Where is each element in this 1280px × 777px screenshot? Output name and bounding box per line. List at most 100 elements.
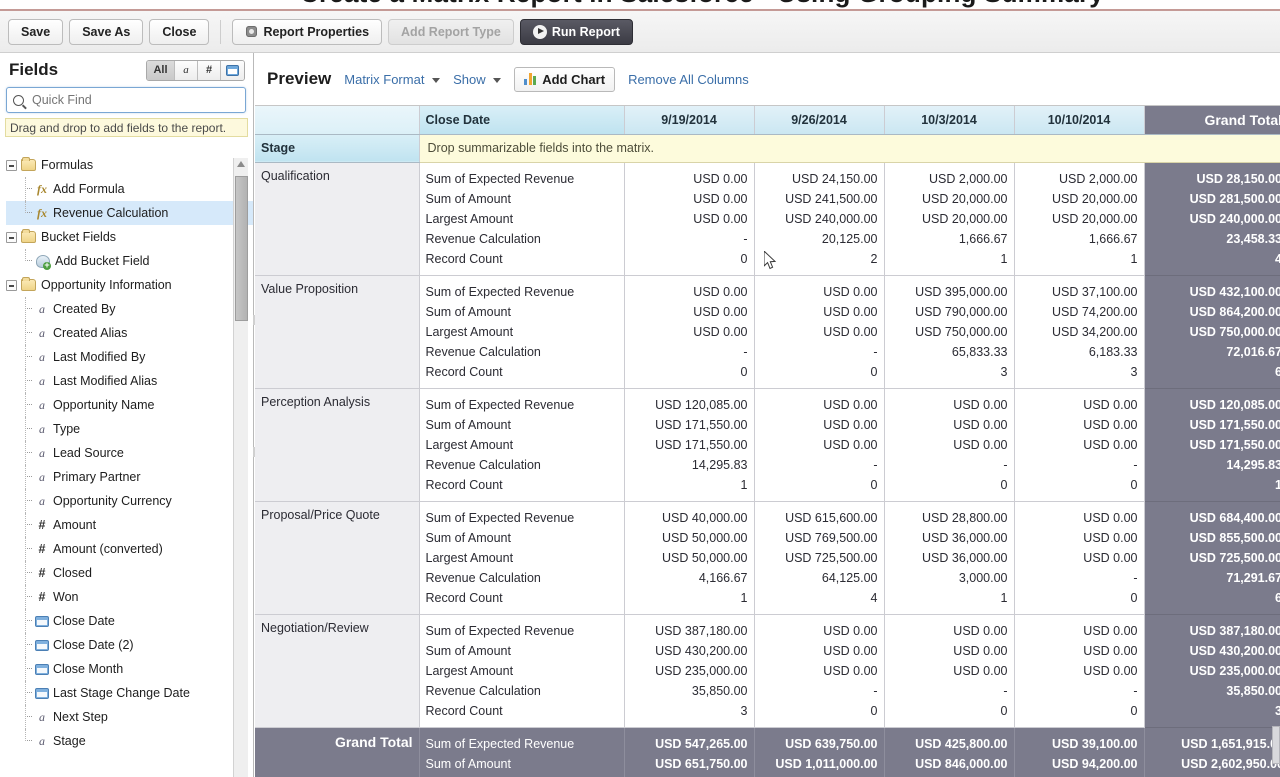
matrix-cell[interactable]: USD 0.00USD 0.00USD 0.00-0 bbox=[754, 275, 884, 388]
fields-scrollbar[interactable] bbox=[233, 158, 248, 777]
matrix-cell[interactable]: USD 37,100.00USD 74,200.00USD 34,200.006… bbox=[1014, 275, 1144, 388]
measure-label[interactable]: Largest Amount bbox=[426, 435, 618, 455]
field-tree-item-opportunity-information[interactable]: Opportunity Information bbox=[6, 273, 254, 297]
matrix-cell[interactable]: USD 0.00USD 0.00USD 0.00-0 bbox=[884, 388, 1014, 501]
matrix-cell[interactable]: USD 0.00USD 0.00USD 0.00-0 bbox=[754, 614, 884, 727]
collapse-toggle-icon[interactable] bbox=[6, 160, 17, 171]
column-header-1[interactable]: 9/26/2014 bbox=[754, 106, 884, 134]
filter-number-button[interactable]: # bbox=[198, 61, 221, 80]
measure-label[interactable]: Largest Amount bbox=[426, 209, 618, 229]
matrix-cell[interactable]: USD 387,180.00USD 430,200.00USD 235,000.… bbox=[624, 614, 754, 727]
matrix-cell[interactable]: USD 0.00USD 0.00USD 0.00-0 bbox=[1014, 501, 1144, 614]
column-group-header[interactable]: Close Date bbox=[419, 106, 624, 134]
measure-label[interactable]: Sum of Amount bbox=[426, 302, 618, 322]
column-header-2[interactable]: 10/3/2014 bbox=[884, 106, 1014, 134]
measure-label[interactable]: Sum of Amount bbox=[426, 528, 618, 548]
field-tree-item-add-formula[interactable]: fxAdd Formula bbox=[6, 177, 254, 201]
field-tree-item-add-bucket-field[interactable]: Add Bucket Field bbox=[6, 249, 254, 273]
filter-text-button[interactable]: a bbox=[175, 61, 198, 80]
matrix-cell[interactable]: USD 28,800.00USD 36,000.00USD 36,000.003… bbox=[884, 501, 1014, 614]
field-tree-item-formulas[interactable]: Formulas bbox=[6, 153, 254, 177]
column-header-3[interactable]: 10/10/2014 bbox=[1014, 106, 1144, 134]
stage-label[interactable]: Perception Analysis bbox=[255, 388, 419, 501]
field-tree-item-closed[interactable]: #Closed bbox=[6, 561, 254, 585]
matrix-cell[interactable]: USD 2,000.00USD 20,000.00USD 20,000.001,… bbox=[884, 162, 1014, 275]
matrix-cell[interactable]: USD 120,085.00USD 171,550.00USD 171,550.… bbox=[624, 388, 754, 501]
field-tree-item-won[interactable]: #Won bbox=[6, 585, 254, 609]
matrix-cell[interactable]: USD 0.00USD 0.00USD 0.00-0 bbox=[624, 162, 754, 275]
field-tree-item-stage[interactable]: aStage bbox=[6, 729, 254, 753]
measure-label[interactable]: Sum of Expected Revenue bbox=[426, 395, 618, 415]
measure-label[interactable]: Revenue Calculation bbox=[426, 342, 618, 362]
measure-label[interactable]: Revenue Calculation bbox=[426, 455, 618, 475]
measure-label[interactable]: Sum of Expected Revenue bbox=[426, 169, 618, 189]
add-report-type-button[interactable]: Add Report Type bbox=[388, 19, 514, 45]
measure-label[interactable]: Revenue Calculation bbox=[426, 229, 618, 249]
filter-all-button[interactable]: All bbox=[147, 61, 175, 80]
measure-label[interactable]: Sum of Expected Revenue bbox=[426, 282, 618, 302]
field-tree-item-next-step[interactable]: aNext Step bbox=[6, 705, 254, 729]
field-tree-item-last-modified-by[interactable]: aLast Modified By bbox=[6, 345, 254, 369]
stage-label[interactable]: Proposal/Price Quote bbox=[255, 501, 419, 614]
collapse-toggle-icon[interactable] bbox=[6, 232, 17, 243]
report-properties-button[interactable]: Report Properties bbox=[232, 19, 382, 45]
field-tree-item-primary-partner[interactable]: aPrimary Partner bbox=[6, 465, 254, 489]
quick-find-box[interactable] bbox=[6, 87, 246, 113]
field-tree-item-created-alias[interactable]: aCreated Alias bbox=[6, 321, 254, 345]
field-tree-item-opportunity-name[interactable]: aOpportunity Name bbox=[6, 393, 254, 417]
remove-all-columns-link[interactable]: Remove All Columns bbox=[628, 72, 749, 87]
measure-label[interactable]: Revenue Calculation bbox=[426, 568, 618, 588]
drop-zone-cell[interactable]: Drop summarizable fields into the matrix… bbox=[419, 134, 1280, 162]
field-tree-item-amount-converted[interactable]: #Amount (converted) bbox=[6, 537, 254, 561]
matrix-cell[interactable]: USD 0.00USD 0.00USD 0.00-0 bbox=[624, 275, 754, 388]
field-tree-item-close-month[interactable]: Close Month bbox=[6, 657, 254, 681]
field-tree-item-opportunity-currency[interactable]: aOpportunity Currency bbox=[6, 489, 254, 513]
row-group-header[interactable]: Stage bbox=[255, 134, 419, 162]
run-report-button[interactable]: Run Report bbox=[520, 19, 633, 45]
field-tree-item-amount[interactable]: #Amount bbox=[6, 513, 254, 537]
matrix-cell[interactable]: USD 395,000.00USD 790,000.00USD 750,000.… bbox=[884, 275, 1014, 388]
field-tree-item-bucket-fields[interactable]: Bucket Fields bbox=[6, 225, 254, 249]
matrix-cell[interactable]: USD 24,150.00USD 241,500.00USD 240,000.0… bbox=[754, 162, 884, 275]
collapse-toggle-icon[interactable] bbox=[6, 280, 17, 291]
measure-label[interactable]: Largest Amount bbox=[426, 661, 618, 681]
measure-label[interactable]: Sum of Amount bbox=[426, 641, 618, 661]
matrix-cell[interactable]: USD 0.00USD 0.00USD 0.00-0 bbox=[754, 388, 884, 501]
scroll-up-arrow-icon[interactable] bbox=[237, 161, 245, 167]
matrix-cell[interactable]: USD 2,000.00USD 20,000.00USD 20,000.001,… bbox=[1014, 162, 1144, 275]
close-button[interactable]: Close bbox=[149, 19, 209, 45]
matrix-cell[interactable]: USD 0.00USD 0.00USD 0.00-0 bbox=[1014, 388, 1144, 501]
measure-label[interactable]: Revenue Calculation bbox=[426, 681, 618, 701]
measure-label[interactable]: Largest Amount bbox=[426, 322, 618, 342]
field-tree-item-close-date[interactable]: Close Date bbox=[6, 609, 254, 633]
stage-label[interactable]: Value Proposition bbox=[255, 275, 419, 388]
field-tree-item-last-stage-change-date[interactable]: Last Stage Change Date bbox=[6, 681, 254, 705]
measure-label[interactable]: Sum of Amount bbox=[426, 189, 618, 209]
measure-label[interactable]: Sum of Expected Revenue bbox=[426, 621, 618, 641]
measure-label[interactable]: Largest Amount bbox=[426, 548, 618, 568]
stage-label[interactable]: Negotiation/Review bbox=[255, 614, 419, 727]
measure-label[interactable]: Record Count bbox=[426, 588, 618, 608]
measure-label[interactable]: Sum of Expected Revenue bbox=[426, 508, 618, 528]
matrix-scrollbar-thumb[interactable] bbox=[1272, 726, 1280, 764]
measure-label[interactable]: Sum of Amount bbox=[426, 415, 618, 435]
field-tree-item-last-modified-alias[interactable]: aLast Modified Alias bbox=[6, 369, 254, 393]
column-header-0[interactable]: 9/19/2014 bbox=[624, 106, 754, 134]
measure-label[interactable]: Record Count bbox=[426, 475, 618, 495]
measure-label[interactable]: Record Count bbox=[426, 362, 618, 382]
search-input[interactable] bbox=[30, 92, 230, 108]
filter-date-button[interactable] bbox=[221, 61, 244, 80]
field-tree-item-lead-source[interactable]: aLead Source bbox=[6, 441, 254, 465]
field-tree-item-type[interactable]: aType bbox=[6, 417, 254, 441]
measure-label[interactable]: Record Count bbox=[426, 249, 618, 269]
field-tree-item-created-by[interactable]: aCreated By bbox=[6, 297, 254, 321]
field-tree-item-close-date-2[interactable]: Close Date (2) bbox=[6, 633, 254, 657]
stage-label[interactable]: Qualification bbox=[255, 162, 419, 275]
matrix-cell[interactable]: USD 40,000.00USD 50,000.00USD 50,000.004… bbox=[624, 501, 754, 614]
add-chart-button[interactable]: Add Chart bbox=[514, 67, 615, 92]
matrix-cell[interactable]: USD 615,600.00USD 769,500.00USD 725,500.… bbox=[754, 501, 884, 614]
save-as-button[interactable]: Save As bbox=[69, 19, 143, 45]
field-tree-item-revenue-calculation[interactable]: fxRevenue Calculation bbox=[6, 201, 254, 225]
matrix-cell[interactable]: USD 0.00USD 0.00USD 0.00-0 bbox=[884, 614, 1014, 727]
fields-tree-scroll[interactable]: FormulasfxAdd FormulafxRevenue Calculati… bbox=[0, 150, 254, 777]
